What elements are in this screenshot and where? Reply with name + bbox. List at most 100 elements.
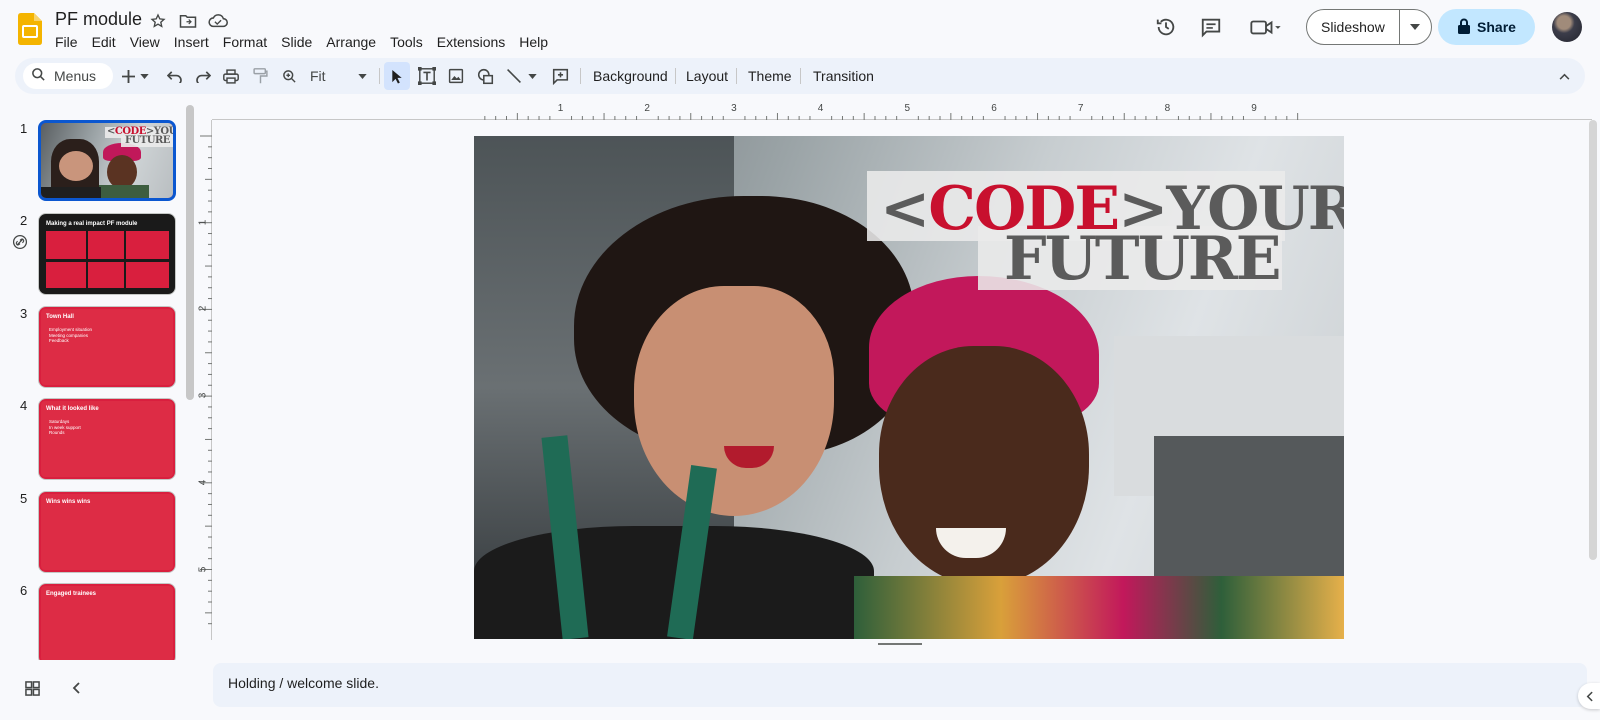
thumbnail-bullets: Employment situation Meeting companies F… bbox=[49, 327, 93, 343]
menu-view[interactable]: View bbox=[123, 32, 167, 52]
redo-icon[interactable] bbox=[192, 62, 214, 90]
ruler-number: 8 bbox=[1164, 103, 1171, 114]
slide-thumbnail-5[interactable]: Wins wins wins bbox=[38, 491, 176, 573]
slide-filmstrip: 1 <CODE>YOUR FUTURE 2 Making a real impa… bbox=[0, 100, 200, 660]
undo-icon[interactable] bbox=[163, 62, 185, 90]
document-title[interactable]: PF module bbox=[55, 9, 142, 30]
select-cursor-icon[interactable] bbox=[384, 62, 410, 90]
slide-thumbnail-1[interactable]: <CODE>YOUR FUTURE bbox=[38, 120, 176, 201]
filmstrip-scrollbar[interactable] bbox=[186, 105, 194, 400]
zoom-select[interactable]: Fit bbox=[310, 58, 326, 94]
zoom-dropdown-icon[interactable] bbox=[355, 62, 369, 90]
ruler-number: 3 bbox=[731, 103, 737, 114]
thumbnail-title: Town Hall bbox=[46, 314, 74, 320]
slide-thumbnail-2[interactable]: Making a real impact PF module bbox=[38, 213, 176, 295]
menu-insert[interactable]: Insert bbox=[167, 32, 216, 52]
side-panel-chevron-left-icon[interactable] bbox=[1578, 683, 1600, 709]
print-icon[interactable] bbox=[220, 62, 242, 90]
meet-call-icon[interactable] bbox=[1245, 11, 1287, 43]
vertical-ruler[interactable]: 1 2 3 4 5 bbox=[197, 120, 212, 640]
toolbar-divider bbox=[580, 68, 581, 84]
text-box-icon[interactable] bbox=[415, 62, 439, 90]
ruler-number: 2 bbox=[644, 103, 650, 114]
canvas-scrollbar[interactable] bbox=[1589, 120, 1597, 560]
lock-icon bbox=[1457, 18, 1471, 37]
slide-number: 2 bbox=[20, 213, 28, 228]
cloud-saved-icon[interactable] bbox=[208, 11, 228, 31]
menu-tools[interactable]: Tools bbox=[383, 32, 430, 52]
ruler-number: 9 bbox=[1251, 103, 1257, 114]
star-icon[interactable] bbox=[148, 11, 168, 31]
transition-button[interactable]: Transition bbox=[813, 58, 874, 94]
menu-file[interactable]: File bbox=[48, 32, 85, 52]
menu-help[interactable]: Help bbox=[512, 32, 555, 52]
slide-number: 1 bbox=[20, 121, 28, 136]
ruler-number: 4 bbox=[197, 479, 209, 486]
thumbnail-title: Wins wins wins bbox=[46, 499, 91, 505]
search-icon bbox=[31, 67, 46, 85]
line-icon[interactable] bbox=[503, 62, 525, 90]
move-folder-icon[interactable] bbox=[178, 11, 198, 31]
account-avatar[interactable] bbox=[1552, 12, 1582, 42]
line-dropdown-icon[interactable] bbox=[525, 62, 539, 90]
slide-number: 6 bbox=[20, 583, 28, 598]
slides-logo-icon[interactable] bbox=[18, 13, 42, 45]
collapse-filmstrip-chevron-left-icon[interactable] bbox=[64, 676, 88, 700]
shape-icon[interactable] bbox=[474, 62, 496, 90]
slide-thumbnail-3[interactable]: Town Hall Employment situation Meeting c… bbox=[38, 306, 176, 388]
ruler-number: 3 bbox=[197, 392, 209, 399]
toolbar-divider bbox=[675, 68, 676, 84]
ruler-ticks bbox=[200, 135, 212, 625]
ruler-number: 5 bbox=[904, 103, 911, 114]
title-prefix: < bbox=[880, 174, 930, 244]
slide-thumbnail-4[interactable]: What it looked like Saturdays In week su… bbox=[38, 398, 176, 480]
slide-number: 4 bbox=[20, 398, 28, 413]
thumbnail-title-line2: FUTURE bbox=[125, 135, 170, 146]
slide-canvas[interactable]: <CODE>YOUR FUTURE bbox=[474, 136, 1344, 639]
share-label: Share bbox=[1477, 19, 1516, 35]
menu-bar: File Edit View Insert Format Slide Arran… bbox=[48, 32, 555, 52]
collapse-toolbar-chevron-up-icon[interactable] bbox=[1552, 62, 1576, 90]
slide-number: 5 bbox=[20, 491, 28, 506]
theme-button[interactable]: Theme bbox=[748, 58, 792, 94]
thumbnail-title: What it looked like bbox=[46, 406, 99, 412]
slideshow-dropdown-chevron-icon[interactable] bbox=[1398, 10, 1431, 44]
notes-resize-handle[interactable] bbox=[878, 643, 922, 645]
new-slide-dropdown-icon[interactable] bbox=[137, 62, 151, 90]
menu-extensions[interactable]: Extensions bbox=[430, 32, 512, 52]
slideshow-button[interactable]: Slideshow bbox=[1307, 10, 1399, 44]
toolbar-divider bbox=[800, 68, 801, 84]
thumbnail-title: Engaged trainees bbox=[46, 591, 97, 597]
paint-format-icon[interactable] bbox=[249, 62, 271, 90]
menu-slide[interactable]: Slide bbox=[274, 32, 319, 52]
menus-search-input[interactable]: Menus bbox=[23, 63, 113, 89]
insert-image-icon[interactable] bbox=[445, 62, 467, 90]
zoom-icon[interactable] bbox=[278, 62, 300, 90]
version-history-icon[interactable] bbox=[1150, 11, 1182, 43]
grid-view-icon[interactable] bbox=[20, 676, 44, 700]
new-slide-plus-icon[interactable] bbox=[119, 62, 137, 90]
slide-title-line2[interactable]: FUTURE bbox=[1004, 224, 1281, 294]
add-comment-icon[interactable] bbox=[549, 62, 571, 90]
search-placeholder: Menus bbox=[54, 68, 97, 84]
ruler-number: 7 bbox=[1077, 103, 1084, 114]
link-icon bbox=[12, 234, 28, 255]
ruler-number: 1 bbox=[197, 219, 209, 225]
layout-button[interactable]: Layout bbox=[686, 58, 728, 94]
background-button[interactable]: Background bbox=[593, 58, 668, 94]
menu-edit[interactable]: Edit bbox=[85, 32, 123, 52]
speaker-notes-text[interactable]: Holding / welcome slide. bbox=[228, 675, 379, 691]
share-button[interactable]: Share bbox=[1438, 9, 1535, 45]
menu-format[interactable]: Format bbox=[216, 32, 274, 52]
thumbnail-bullets: Saturdays In week support Rounds bbox=[49, 419, 81, 435]
thumbnail-title: Making a real impact PF module bbox=[46, 221, 138, 227]
ruler-number: 6 bbox=[991, 103, 997, 114]
slide-number: 3 bbox=[20, 306, 28, 321]
slide-thumbnail-6[interactable]: Engaged trainees bbox=[38, 583, 176, 660]
menu-arrange[interactable]: Arrange bbox=[319, 32, 383, 52]
comments-icon[interactable] bbox=[1195, 11, 1227, 43]
speaker-notes[interactable]: Holding / welcome slide. bbox=[213, 663, 1587, 707]
toolbar-divider bbox=[736, 68, 737, 84]
horizontal-ruler[interactable]: 1 2 3 4 5 6 7 8 9 bbox=[212, 100, 1592, 120]
ruler-number: 2 bbox=[197, 306, 209, 312]
